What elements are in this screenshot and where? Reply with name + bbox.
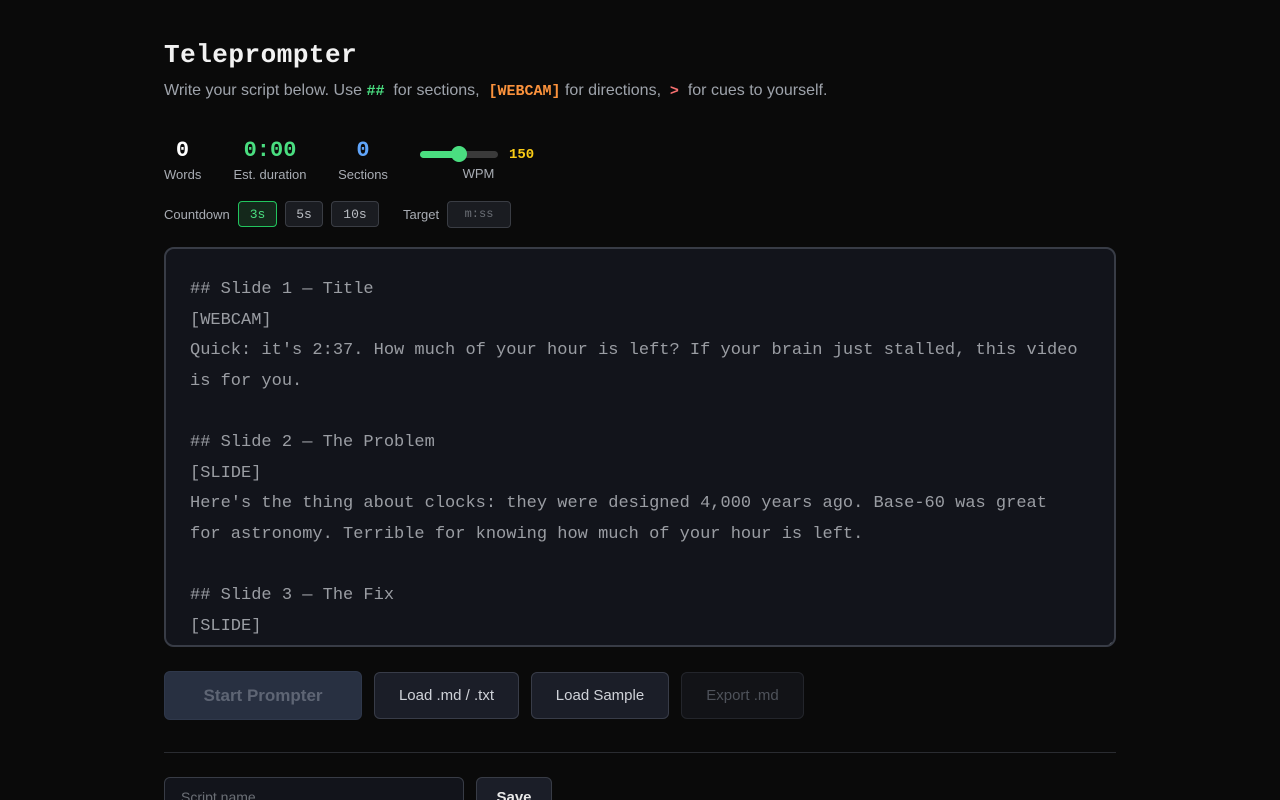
- page-title: Teleprompter: [164, 40, 358, 70]
- word-count-label: Words: [164, 167, 202, 182]
- countdown-3s-option[interactable]: 3s: [238, 201, 277, 227]
- save-button[interactable]: Save: [476, 777, 552, 800]
- countdown-10s-option[interactable]: 10s: [331, 201, 379, 227]
- script-editor-placeholder: ## Slide 1 — Title [WEBCAM] Quick: it's …: [190, 280, 1078, 636]
- sections-value: 0: [356, 138, 370, 163]
- resize-handle-icon[interactable]: [1104, 635, 1112, 643]
- subtitle-text-3: for directions,: [564, 82, 662, 99]
- sections-syntax: ##: [366, 83, 385, 100]
- page-subtitle: Write your script below. Use ## for sect…: [164, 82, 827, 100]
- wpm-slider-thumb[interactable]: [451, 146, 467, 162]
- script-name-input[interactable]: Script name: [164, 777, 464, 800]
- word-count-value: 0: [175, 138, 190, 163]
- target-label: Target: [403, 207, 440, 222]
- sections-label: Sections: [338, 167, 388, 182]
- wpm-label: WPM: [462, 166, 495, 181]
- cues-syntax: >: [669, 83, 679, 100]
- directions-syntax: [WEBCAM]: [488, 83, 561, 100]
- duration-label: Est. duration: [233, 167, 307, 182]
- section-divider: [164, 752, 1116, 753]
- duration-value: 0:00: [243, 138, 297, 163]
- subtitle-text-1: Write your script below. Use: [164, 82, 362, 99]
- wpm-slider[interactable]: [420, 146, 500, 162]
- subtitle-text-4: for cues to yourself.: [687, 82, 828, 99]
- load-file-button[interactable]: Load .md / .txt: [374, 672, 519, 719]
- duration-stat: 0:00 Est. duration: [233, 138, 307, 182]
- countdown-label: Countdown: [164, 207, 230, 222]
- load-sample-button[interactable]: Load Sample: [531, 672, 669, 719]
- export-md-button[interactable]: Export .md: [681, 672, 804, 719]
- word-count-stat: 0 Words: [164, 138, 201, 182]
- script-editor[interactable]: ## Slide 1 — Title [WEBCAM] Quick: it's …: [164, 247, 1116, 647]
- sections-stat: 0 Sections: [338, 138, 388, 182]
- subtitle-text-2: for sections,: [393, 82, 480, 99]
- countdown-5s-option[interactable]: 5s: [285, 201, 323, 227]
- wpm-value: 150: [509, 147, 535, 163]
- target-time-input[interactable]: m:ss: [447, 201, 511, 228]
- wpm-control: 150 WPM: [420, 138, 550, 186]
- start-prompter-button[interactable]: Start Prompter: [164, 671, 362, 720]
